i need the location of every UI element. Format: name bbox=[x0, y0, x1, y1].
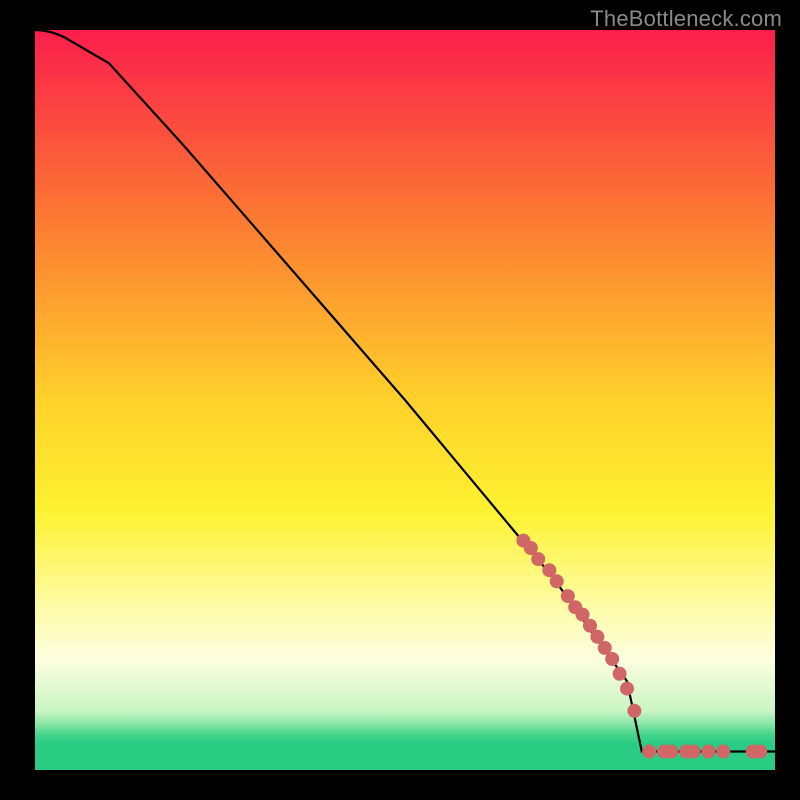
data-marker bbox=[701, 745, 715, 759]
chart-svg bbox=[35, 30, 775, 770]
data-marker bbox=[627, 704, 641, 718]
watermark-text: TheBottleneck.com bbox=[590, 6, 782, 32]
data-marker bbox=[753, 745, 767, 759]
data-marker bbox=[531, 552, 545, 566]
data-marker bbox=[664, 745, 678, 759]
data-marker bbox=[642, 745, 656, 759]
data-marker bbox=[716, 745, 730, 759]
data-marker bbox=[687, 745, 701, 759]
data-marker bbox=[550, 574, 564, 588]
data-marker bbox=[613, 667, 627, 681]
chart-plot-area bbox=[35, 30, 775, 770]
data-marker bbox=[605, 652, 619, 666]
data-marker bbox=[620, 682, 634, 696]
